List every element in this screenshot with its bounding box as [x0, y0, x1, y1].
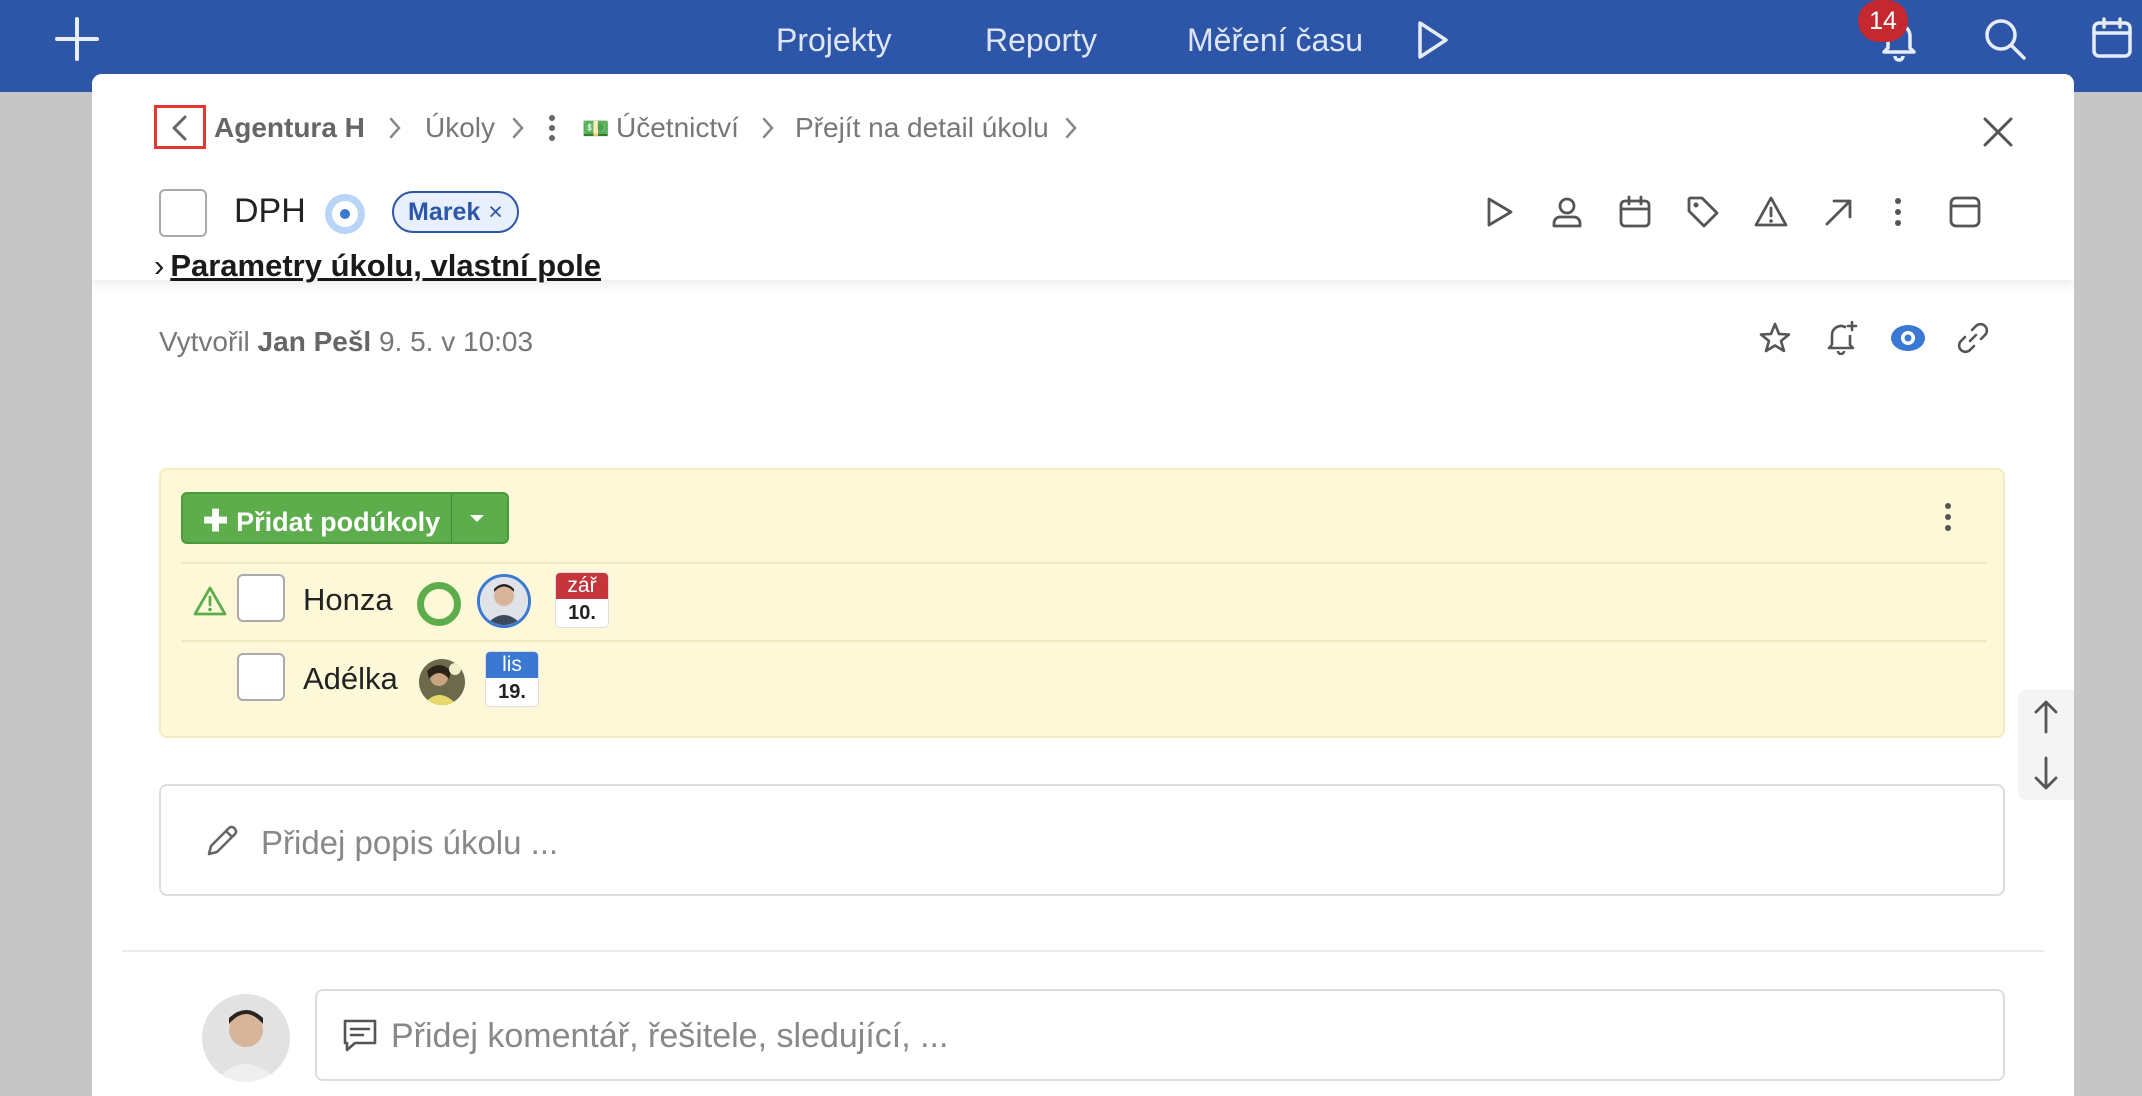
subtask-checkbox[interactable]: [237, 653, 285, 701]
due-month: zář: [556, 573, 608, 599]
divider: [122, 950, 2044, 952]
more-icon[interactable]: [1890, 195, 1906, 229]
person-icon[interactable]: [1550, 195, 1584, 229]
avatar[interactable]: [419, 659, 465, 705]
due-date-badge[interactable]: lis 19.: [485, 651, 539, 707]
more-icon[interactable]: [1941, 500, 1955, 534]
task-description-field[interactable]: Přidej popis úkolu ...: [159, 784, 2005, 896]
created-author[interactable]: Jan Pešl: [258, 326, 372, 357]
created-prefix: Vytvořil: [159, 326, 250, 357]
comment-input[interactable]: Přidej komentář, řešitele, sledující, ..…: [315, 989, 2005, 1081]
link-icon[interactable]: [1956, 321, 1990, 355]
divider: [181, 562, 1987, 564]
add-subtasks-button[interactable]: ✚ Přidat podúkoly: [181, 492, 509, 544]
background-page-right: [2074, 92, 2142, 1096]
comment-icon: [341, 1017, 379, 1055]
avatar[interactable]: [477, 574, 531, 628]
chevron-right-icon: [760, 115, 776, 141]
current-user-avatar[interactable]: [202, 994, 290, 1082]
created-info: Vytvořil Jan Pešl 9. 5. v 10:03: [159, 326, 533, 358]
arrow-up-right-icon[interactable]: [1822, 195, 1856, 229]
assignee-tag[interactable]: Marek ×: [392, 191, 519, 233]
due-day: 10.: [568, 602, 596, 624]
breadcrumb-project[interactable]: Agentura H: [214, 112, 365, 144]
task-title[interactable]: DPH: [234, 192, 306, 231]
calendar-icon[interactable]: [2090, 16, 2134, 60]
due-date-badge[interactable]: zář 10.: [555, 572, 609, 628]
panel-icon[interactable]: [1948, 195, 1982, 229]
nav-reporty[interactable]: Reporty: [985, 22, 1097, 59]
chevron-right-icon: [1063, 115, 1079, 141]
assignee-tag-label: Marek: [408, 198, 481, 226]
due-month: lis: [486, 652, 538, 678]
task-detail-modal: Agentura H Úkoly 💵 Účetnictví Přejít na …: [92, 74, 2074, 1096]
chevron-left-icon: [172, 115, 187, 141]
chevron-right-icon: [387, 115, 403, 141]
notification-count-badge: 14: [1858, 0, 1908, 42]
subtask-name[interactable]: Honza: [303, 582, 393, 618]
task-complete-checkbox[interactable]: [159, 189, 207, 237]
background-page-left: [0, 92, 92, 1096]
created-date: 9. 5. v 10:03: [378, 326, 534, 357]
search-icon[interactable]: [1982, 16, 2028, 62]
chevron-right-icon: ›: [154, 248, 165, 283]
warning-icon[interactable]: [193, 585, 227, 617]
plus-icon: ✚: [203, 505, 229, 538]
breadcrumb-tasks[interactable]: Úkoly: [425, 112, 495, 144]
subtask-status-icon[interactable]: [417, 582, 461, 626]
add-subtasks-label: Přidat podúkoly: [236, 507, 441, 537]
calendar-icon[interactable]: [1618, 195, 1652, 229]
nav-projekty[interactable]: Projekty: [776, 22, 892, 59]
back-button[interactable]: [154, 105, 206, 149]
pencil-icon: [205, 822, 241, 858]
dropdown-caret-icon[interactable]: [467, 510, 487, 526]
breadcrumb-folder[interactable]: Účetnictví: [616, 112, 739, 144]
nav-time-tracking[interactable]: Měření času: [1187, 22, 1363, 59]
chevron-right-icon: [510, 115, 526, 141]
task-parameters-toggle[interactable]: › Parametry úkolu, vlastní pole: [154, 248, 601, 284]
description-placeholder: Přidej popis úkolu ...: [261, 824, 559, 861]
breadcrumb-task-detail[interactable]: Přejít na detail úkolu: [795, 112, 1049, 144]
subtask-name[interactable]: Adélka: [303, 661, 398, 697]
plus-icon[interactable]: [52, 14, 102, 64]
task-status-icon[interactable]: [322, 191, 368, 237]
comment-placeholder: Přidej komentář, řešitele, sledující, ..…: [391, 1017, 949, 1055]
tag-icon[interactable]: [1686, 195, 1720, 229]
star-icon[interactable]: [1758, 321, 1792, 355]
play-icon[interactable]: [1412, 19, 1452, 61]
divider: [181, 640, 1987, 642]
arrow-up-icon[interactable]: [2032, 698, 2060, 736]
subtasks-panel: ✚ Přidat podúkoly Honza zář 10. Adélka l…: [159, 468, 2005, 738]
close-icon[interactable]: [1980, 114, 2016, 150]
play-icon[interactable]: [1482, 195, 1516, 229]
eye-icon[interactable]: [1890, 323, 1926, 353]
vertical-dots-icon[interactable]: [547, 114, 557, 142]
scroll-controls: [2018, 690, 2074, 800]
due-day: 19.: [498, 681, 526, 703]
remove-tag-icon[interactable]: ×: [488, 198, 503, 226]
task-parameters-title: Parametry úkolu, vlastní pole: [170, 248, 602, 283]
arrow-down-icon[interactable]: [2032, 754, 2060, 792]
bell-plus-icon[interactable]: [1824, 319, 1860, 355]
subtask-checkbox[interactable]: [237, 574, 285, 622]
warning-icon[interactable]: [1754, 195, 1788, 229]
money-icon: 💵: [582, 116, 610, 141]
